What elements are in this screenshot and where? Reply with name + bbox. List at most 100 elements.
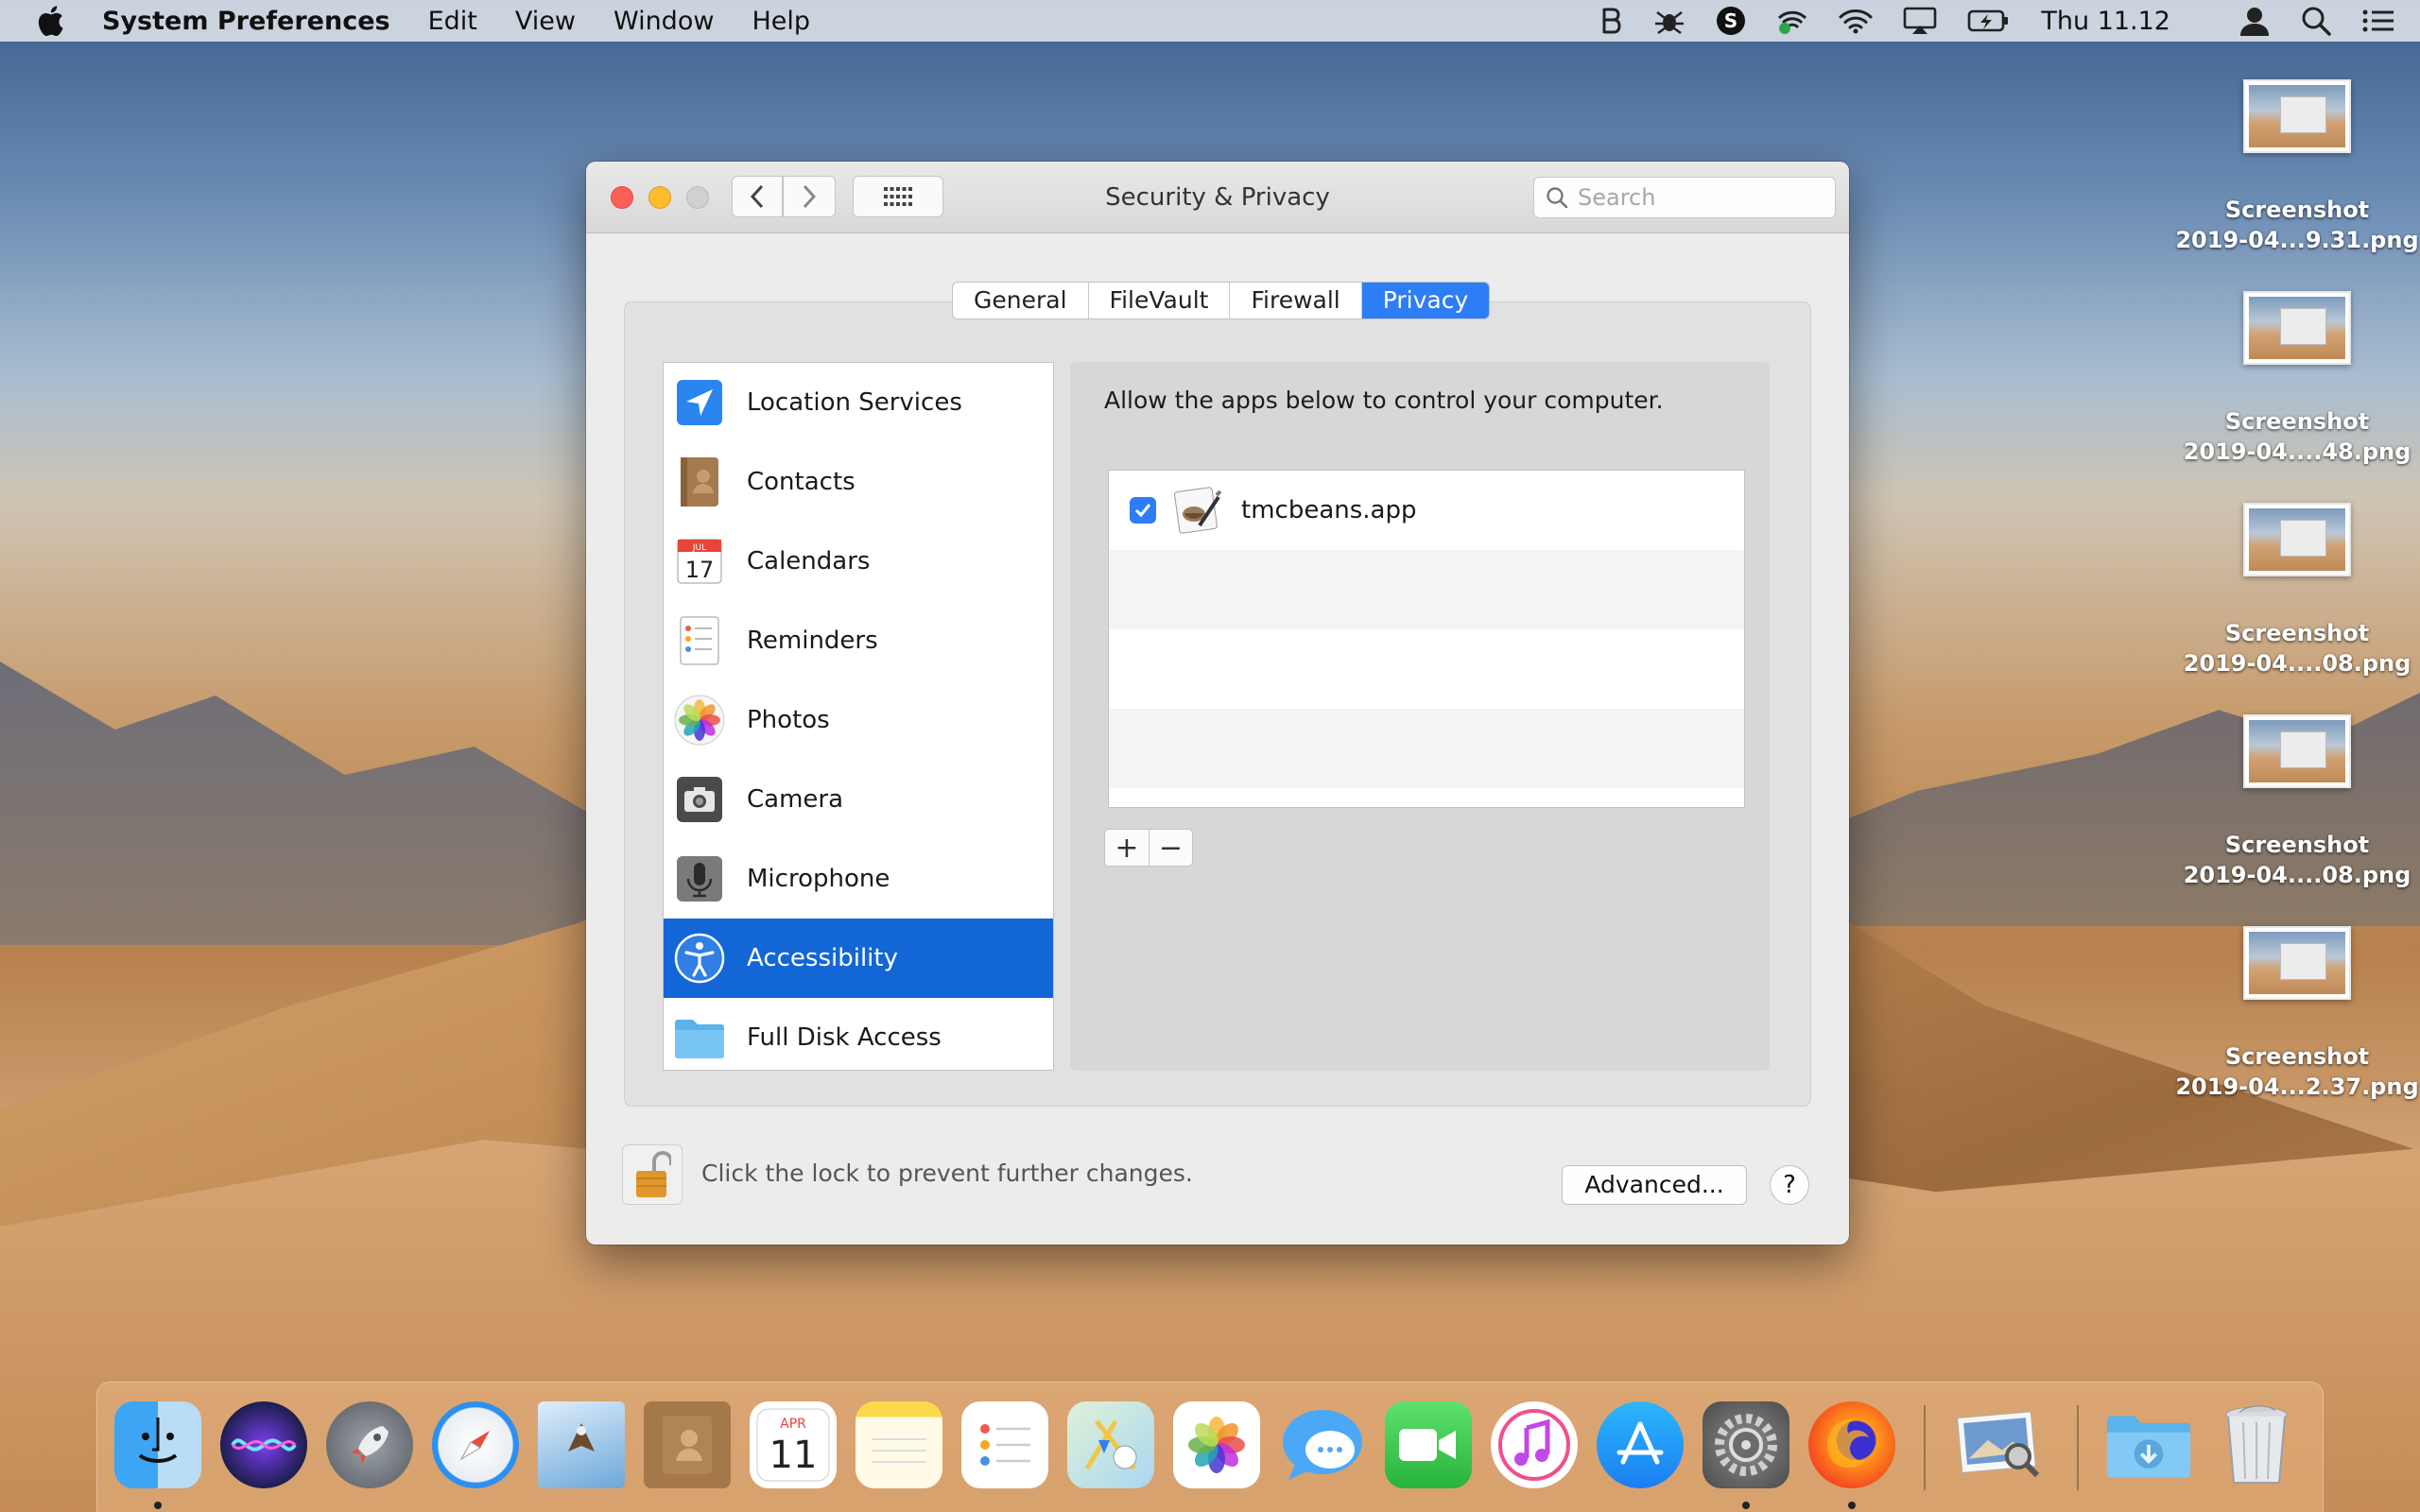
photos-dock-icon[interactable]	[1173, 1401, 1260, 1488]
sidebar-item-contacts[interactable]: Contacts	[664, 442, 1053, 522]
dock-separator	[1924, 1405, 1926, 1490]
file-label: Screenshot 2019-04....08.png	[2183, 620, 2411, 677]
menu-window[interactable]: Window	[614, 7, 714, 36]
sidebar-item-camera[interactable]: Camera	[664, 760, 1053, 839]
lock-button[interactable]	[622, 1144, 683, 1205]
trash-icon[interactable]	[2213, 1401, 2300, 1488]
messages-icon[interactable]	[1279, 1401, 1366, 1488]
finder-icon[interactable]	[114, 1401, 201, 1488]
system-preferences-icon[interactable]	[1703, 1401, 1789, 1488]
siri-icon[interactable]	[220, 1401, 307, 1488]
file-thumbnail	[2243, 714, 2351, 788]
window-titlebar[interactable]: Security & Privacy Search	[586, 162, 1849, 233]
calendar-icon: JUL 17	[673, 535, 726, 588]
desktop-file-screenshot-1[interactable]: Screenshot 2019-04...9.31.png	[2174, 79, 2420, 255]
search-icon	[1547, 187, 1568, 209]
menubar-clock[interactable]: Thu 11.12	[2041, 7, 2170, 36]
script-editor-app-icon	[1171, 484, 1224, 537]
sidebar-item-reminders[interactable]: Reminders	[664, 601, 1053, 680]
downloads-folder-icon[interactable]	[2105, 1401, 2192, 1488]
desktop-file-screenshot-2[interactable]: Screenshot 2019-04....48.png	[2174, 291, 2420, 467]
itunes-icon[interactable]	[1491, 1401, 1578, 1488]
tab-general[interactable]: General	[953, 283, 1089, 318]
notification-center-icon[interactable]	[2361, 8, 2395, 34]
file-thumbnail	[2243, 503, 2351, 576]
app-enabled-checkbox[interactable]	[1130, 497, 1156, 524]
dock: APR 11	[96, 1382, 2324, 1512]
sidebar-item-label: Microphone	[747, 865, 890, 893]
security-privacy-window: Security & Privacy Search General FileVa…	[586, 162, 1849, 1245]
search-field[interactable]: Search	[1533, 177, 1836, 218]
menu-edit[interactable]: Edit	[428, 7, 477, 36]
location-arrow-icon	[673, 376, 726, 429]
facetime-icon[interactable]	[1385, 1401, 1472, 1488]
network-status-icon[interactable]	[1776, 7, 1808, 35]
list-empty-row	[1109, 550, 1744, 629]
search-placeholder: Search	[1578, 184, 1656, 211]
menu-app-name[interactable]: System Preferences	[102, 7, 390, 36]
sidebar-item-full-disk-access[interactable]: Full Disk Access	[664, 998, 1053, 1077]
preview-icon[interactable]	[1956, 1401, 2043, 1488]
reminders-dock-icon[interactable]	[961, 1401, 1048, 1488]
desktop-file-screenshot-4[interactable]: Screenshot 2019-04....08.png	[2174, 714, 2420, 890]
user-account-icon[interactable]	[2238, 6, 2271, 36]
calendar-dock-icon[interactable]: APR 11	[750, 1401, 837, 1488]
sidebar-item-photos[interactable]: Photos	[664, 680, 1053, 760]
bug-menu-icon[interactable]	[1653, 7, 1685, 35]
sidebar-item-label: Photos	[747, 706, 830, 734]
desktop-file-screenshot-3[interactable]: Screenshot 2019-04....08.png	[2174, 503, 2420, 679]
panel-description: Allow the apps below to control your com…	[1104, 387, 1664, 414]
safari-icon[interactable]	[432, 1401, 519, 1488]
spotlight-search-icon[interactable]	[2301, 6, 2331, 36]
camera-icon	[673, 773, 726, 826]
sidebar-item-microphone[interactable]: Microphone	[664, 839, 1053, 919]
list-empty-row	[1109, 709, 1744, 788]
checkmark-icon	[1134, 504, 1151, 518]
apple-menu-icon[interactable]	[36, 5, 74, 37]
sidebar-item-accessibility[interactable]: Accessibility	[664, 919, 1053, 998]
svg-text:JUL: JUL	[692, 543, 706, 553]
dock-separator	[2077, 1405, 2079, 1490]
contacts-book-icon	[673, 455, 726, 508]
running-indicator	[154, 1502, 162, 1509]
sidebar-item-label: Full Disk Access	[747, 1023, 942, 1052]
tab-privacy[interactable]: Privacy	[1361, 283, 1490, 318]
contacts-icon[interactable]	[644, 1401, 731, 1488]
app-store-icon[interactable]	[1597, 1401, 1684, 1488]
tab-bar: General FileVault Firewall Privacy	[952, 282, 1491, 319]
running-indicator	[1742, 1502, 1750, 1509]
advanced-button[interactable]: Advanced...	[1562, 1165, 1747, 1205]
allowed-apps-list: tmcbeans.app	[1108, 470, 1745, 808]
add-app-button[interactable]: +	[1105, 830, 1149, 866]
mail-stamp-icon[interactable]	[538, 1401, 625, 1488]
remove-app-button[interactable]: −	[1149, 830, 1192, 866]
svg-text:S: S	[1724, 9, 1737, 32]
running-indicator	[1848, 1502, 1856, 1509]
menu-view[interactable]: View	[515, 7, 576, 36]
skype-menu-icon[interactable]: S	[1716, 6, 1746, 36]
battery-charging-icon[interactable]	[1967, 9, 2009, 33]
file-label: Screenshot 2019-04....08.png	[2183, 832, 2411, 888]
file-label: Screenshot 2019-04....48.png	[2183, 408, 2411, 465]
maps-icon[interactable]	[1067, 1401, 1154, 1488]
firefox-icon[interactable]	[1808, 1401, 1895, 1488]
wifi-icon[interactable]	[1839, 8, 1873, 34]
sidebar-item-calendars[interactable]: JUL 17 Calendars	[664, 522, 1053, 601]
airplay-icon[interactable]	[1903, 7, 1937, 35]
bitcoin-menu-icon[interactable]	[1600, 7, 1623, 35]
photos-flower-icon	[673, 694, 726, 747]
file-thumbnail	[2243, 291, 2351, 365]
menu-help[interactable]: Help	[752, 7, 810, 36]
notes-icon[interactable]	[856, 1401, 942, 1488]
sidebar-item-location-services[interactable]: Location Services	[664, 363, 1053, 442]
app-name: tmcbeans.app	[1241, 496, 1417, 524]
app-row[interactable]: tmcbeans.app	[1109, 471, 1744, 550]
help-button[interactable]: ?	[1770, 1165, 1809, 1205]
desktop-file-screenshot-5[interactable]: Screenshot 2019-04...2.37.png	[2174, 926, 2420, 1102]
file-label: Screenshot 2019-04...2.37.png	[2175, 1043, 2419, 1100]
svg-text:APR: APR	[780, 1417, 806, 1432]
tab-firewall[interactable]: Firewall	[1230, 283, 1362, 318]
tab-filevault[interactable]: FileVault	[1089, 283, 1231, 318]
launchpad-icon[interactable]	[326, 1401, 413, 1488]
privacy-category-list: Location Services Contacts JUL 17 Calenda…	[663, 362, 1054, 1071]
